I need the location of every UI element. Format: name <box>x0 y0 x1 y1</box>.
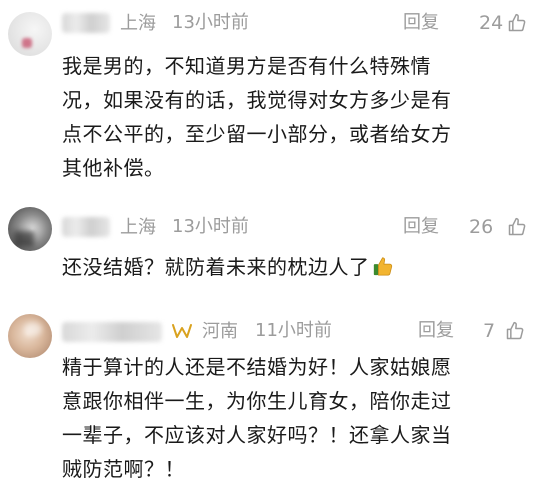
comment-text-line: 意跟你相伴一生，为你生儿育女，陪你走过 <box>62 389 452 413</box>
comment-text-line: 还没结婚？就防着未来的枕边人了 <box>62 250 532 284</box>
comment-time: 13小时前 <box>172 216 249 237</box>
thumbs-up-outline-icon[interactable] <box>507 217 527 237</box>
comment-text-line: 点不公平的，至少留一小部分，或者给女方 <box>62 122 452 146</box>
avatar[interactable] <box>8 12 52 56</box>
comment-item: 上海 13小时前 回复 24 我是男的，不知道男方是否有什么特殊情 况，如果没有… <box>0 0 545 195</box>
reply-button[interactable]: 回复 <box>403 215 439 239</box>
vip-badge-icon <box>172 324 192 338</box>
comment-list: 上海 13小时前 回复 24 我是男的，不知道男方是否有什么特殊情 况，如果没有… <box>0 0 545 495</box>
comment-text-line: 其他补偿。 <box>62 156 165 180</box>
thumbs-up-outline-icon[interactable] <box>505 321 525 341</box>
username-blurred[interactable] <box>62 13 110 33</box>
comment-time: 13小时前 <box>172 12 249 33</box>
comment-location: 上海 <box>120 217 156 237</box>
comment-item: 上海 13小时前 回复 26 还没结婚？就防着未来的枕边人了 <box>0 195 545 300</box>
like-count: 7 <box>483 320 496 342</box>
comment-text: 精于算计的人还是不结婚为好！人家姑娘愿 意跟你相伴一生，为你生儿育女，陪你走过 … <box>62 350 532 486</box>
comment-item: 河南 11小时前 回复 7 精于算计的人还是不结婚为好！人家姑娘愿 意跟你相伴一… <box>0 300 545 495</box>
avatar[interactable] <box>8 314 52 358</box>
like-count: 26 <box>469 216 494 238</box>
comment-location: 河南 <box>202 321 238 341</box>
reply-button[interactable]: 回复 <box>403 11 439 35</box>
avatar[interactable] <box>8 207 52 251</box>
comment-text-line: 我是男的，不知道男方是否有什么特殊情 <box>62 54 431 78</box>
comment-text: 还没结婚？就防着未来的枕边人了 <box>62 250 532 284</box>
comment-time: 11小时前 <box>255 320 332 341</box>
comment-location: 上海 <box>120 13 156 33</box>
comment-text-content: 还没结婚？就防着未来的枕边人了 <box>62 255 370 279</box>
comment-text-line: 精于算计的人还是不结婚为好！人家姑娘愿 <box>62 355 452 379</box>
comment-text: 我是男的，不知道男方是否有什么特殊情 况，如果没有的话，我觉得对女方多少是有 点… <box>62 49 532 185</box>
like-count: 24 <box>479 12 504 34</box>
username-blurred[interactable] <box>62 217 110 237</box>
comment-text-line: 一辈子，不应该对人家好吗？！还拿人家当 <box>62 423 452 447</box>
comment-text-line: 贼防范啊？！ <box>62 457 185 481</box>
thumbs-up-outline-icon[interactable] <box>507 13 527 33</box>
comment-text-line: 况，如果没有的话，我觉得对女方多少是有 <box>62 88 452 112</box>
reply-button[interactable]: 回复 <box>418 319 454 343</box>
username-blurred[interactable] <box>62 322 162 342</box>
thumbs-up-emoji <box>373 257 392 276</box>
